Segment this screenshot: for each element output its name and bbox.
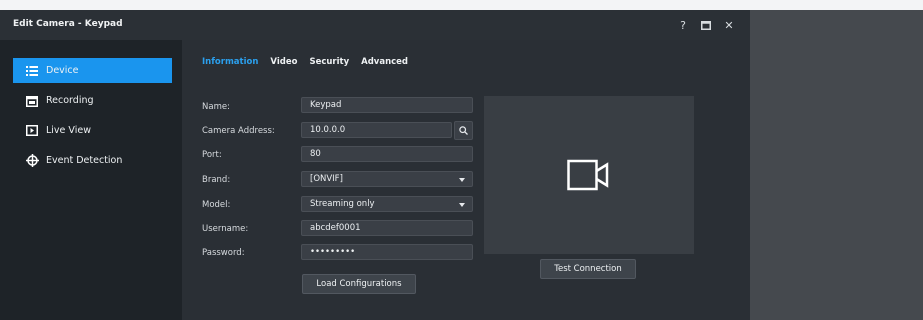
test-connection-button[interactable]: Test Connection (540, 259, 636, 279)
list-icon (25, 64, 39, 78)
sidebar-item-device[interactable]: Device (13, 58, 172, 83)
video-camera-icon (567, 159, 609, 191)
brand-label: Brand: (202, 175, 231, 185)
port-field[interactable]: 80 (301, 146, 473, 162)
model-value: Streaming only (310, 199, 375, 209)
chevron-down-icon (459, 178, 465, 182)
live-view-icon (25, 124, 39, 138)
tab-video[interactable]: Video (270, 57, 297, 67)
password-field[interactable]: ••••••••• (301, 244, 473, 260)
port-label: Port: (202, 150, 222, 160)
search-address-button[interactable] (454, 121, 473, 140)
edit-camera-dialog: Edit Camera - Keypad ? ✕ Device Recordin… (0, 10, 750, 320)
load-configurations-label: Load Configurations (316, 279, 402, 289)
dialog-title: Edit Camera - Keypad (13, 19, 123, 29)
username-value: abcdef0001 (310, 223, 361, 233)
username-field[interactable]: abcdef0001 (301, 220, 473, 236)
help-label: ? (680, 18, 686, 32)
chevron-down-icon (459, 203, 465, 207)
name-field[interactable]: Keypad (301, 97, 473, 113)
sidebar-item-label: Device (46, 65, 79, 76)
test-connection-label: Test Connection (554, 264, 622, 274)
crosshair-icon (25, 154, 39, 168)
model-label: Model: (202, 200, 231, 210)
camera-address-field[interactable]: 10.0.0.0 (301, 122, 452, 138)
model-select[interactable]: Streaming only (301, 196, 473, 212)
camera-preview (484, 96, 694, 254)
search-icon (459, 126, 468, 135)
close-icon[interactable]: ✕ (721, 17, 737, 33)
sidebar: Device Recording Live View Event Detecti… (0, 40, 182, 320)
camera-address-value: 10.0.0.0 (310, 125, 346, 135)
sidebar-item-live-view[interactable]: Live View (13, 118, 172, 143)
brand-value: [ONVIF] (310, 174, 343, 184)
brand-select[interactable]: [ONVIF] (301, 171, 473, 187)
name-value: Keypad (310, 100, 342, 110)
tab-security[interactable]: Security (309, 57, 349, 67)
load-configurations-button[interactable]: Load Configurations (302, 274, 416, 294)
password-label: Password: (202, 248, 245, 258)
tab-advanced[interactable]: Advanced (361, 57, 408, 67)
sidebar-item-label: Event Detection (46, 155, 123, 166)
help-icon[interactable]: ? (675, 17, 691, 33)
background-panel (750, 10, 923, 320)
tab-bar: Information Video Security Advanced (202, 57, 408, 67)
camera-address-label: Camera Address: (202, 126, 275, 136)
tab-information[interactable]: Information (202, 57, 258, 67)
sidebar-item-label: Live View (46, 125, 91, 136)
close-label: ✕ (724, 18, 734, 32)
main-panel: Information Video Security Advanced Name… (182, 40, 750, 320)
calendar-icon (25, 94, 39, 108)
password-value: ••••••••• (310, 247, 356, 257)
sidebar-item-recording[interactable]: Recording (13, 88, 172, 113)
maximize-icon[interactable] (698, 17, 714, 33)
title-bar[interactable]: Edit Camera - Keypad ? ✕ (0, 10, 750, 40)
name-label: Name: (202, 102, 230, 112)
port-value: 80 (310, 149, 321, 159)
sidebar-item-event-detection[interactable]: Event Detection (13, 148, 172, 173)
sidebar-item-label: Recording (46, 95, 94, 106)
username-label: Username: (202, 224, 249, 234)
